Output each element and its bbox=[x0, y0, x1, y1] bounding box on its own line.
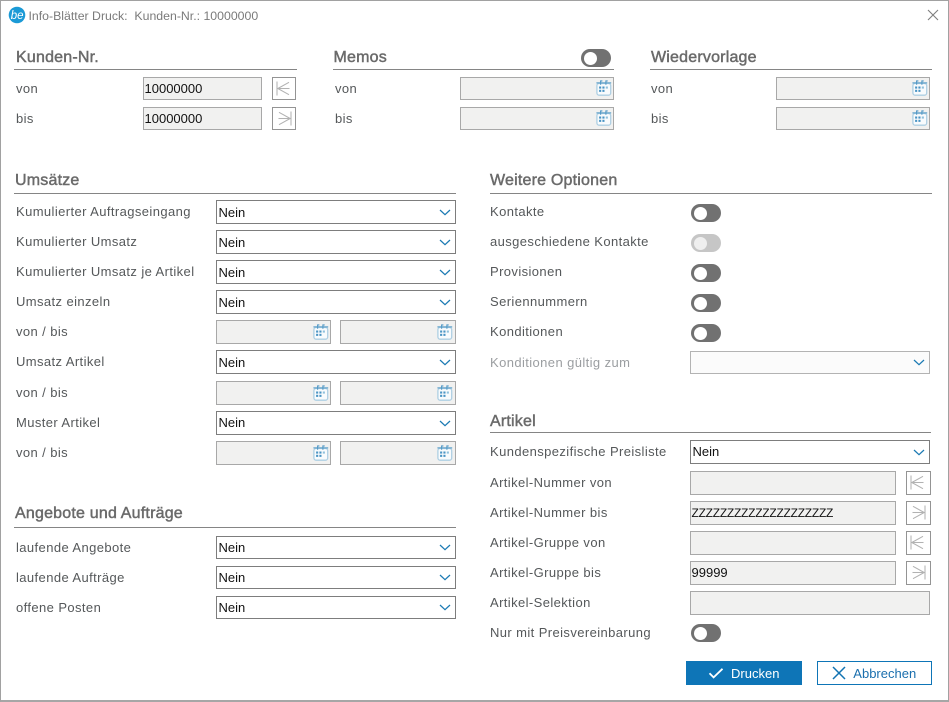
svg-text:be: be bbox=[11, 10, 24, 22]
